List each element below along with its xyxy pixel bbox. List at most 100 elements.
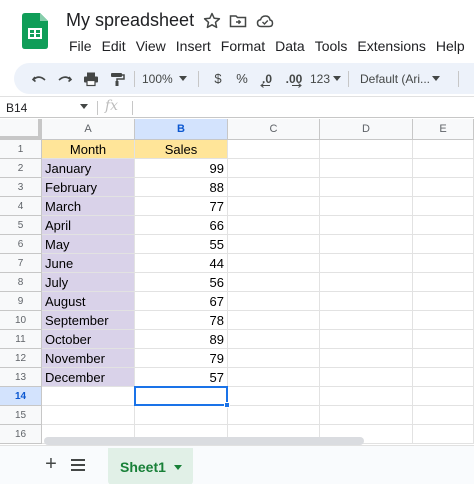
- font-select[interactable]: Default (Ari...: [360, 63, 446, 94]
- cell-e5[interactable]: [413, 216, 474, 235]
- cell-d1[interactable]: [320, 140, 413, 159]
- cell-c7[interactable]: [228, 254, 320, 273]
- cell-d14[interactable]: [320, 387, 413, 406]
- row-header[interactable]: 1: [0, 140, 42, 159]
- cell-e3[interactable]: [413, 178, 474, 197]
- row-header[interactable]: 5: [0, 216, 42, 235]
- menu-format[interactable]: Format: [216, 37, 270, 57]
- column-header-d[interactable]: D: [320, 119, 413, 140]
- cell-d6[interactable]: [320, 235, 413, 254]
- cell-b3[interactable]: 88: [135, 178, 228, 197]
- cell-d13[interactable]: [320, 368, 413, 387]
- column-header-e[interactable]: E: [413, 119, 474, 140]
- move-folder-icon[interactable]: [228, 11, 248, 31]
- currency-format-button[interactable]: $: [210, 63, 226, 94]
- chevron-down-icon[interactable]: [174, 465, 182, 470]
- menu-data[interactable]: Data: [270, 37, 310, 57]
- cell-a6[interactable]: May: [42, 235, 135, 254]
- cell-c1[interactable]: [228, 140, 320, 159]
- row-header[interactable]: 11: [0, 330, 42, 349]
- menu-tools[interactable]: Tools: [310, 37, 353, 57]
- all-sheets-icon[interactable]: [70, 458, 86, 472]
- paint-format-button[interactable]: [106, 63, 128, 94]
- cell-b13[interactable]: 57: [135, 368, 228, 387]
- cell-c2[interactable]: [228, 159, 320, 178]
- cell-b11[interactable]: 89: [135, 330, 228, 349]
- cell-e15[interactable]: [413, 406, 474, 425]
- row-header[interactable]: 4: [0, 197, 42, 216]
- cell-b12[interactable]: 79: [135, 349, 228, 368]
- percent-format-button[interactable]: %: [234, 63, 250, 94]
- star-icon[interactable]: [202, 11, 222, 31]
- sheet-tab-sheet1[interactable]: Sheet1: [108, 448, 193, 484]
- cell-d15[interactable]: [320, 406, 413, 425]
- cell-a15[interactable]: [42, 406, 135, 425]
- cell-c6[interactable]: [228, 235, 320, 254]
- row-header[interactable]: 10: [0, 311, 42, 330]
- cell-a9[interactable]: August: [42, 292, 135, 311]
- cell-b9[interactable]: 67: [135, 292, 228, 311]
- cell-c15[interactable]: [228, 406, 320, 425]
- cell-e10[interactable]: [413, 311, 474, 330]
- menu-edit[interactable]: Edit: [97, 37, 131, 57]
- row-header[interactable]: 13: [0, 368, 42, 387]
- cell-e8[interactable]: [413, 273, 474, 292]
- cell-d11[interactable]: [320, 330, 413, 349]
- cell-a5[interactable]: April: [42, 216, 135, 235]
- row-header[interactable]: 14: [0, 387, 42, 406]
- spreadsheet-grid[interactable]: A B C D E 1 Month Sales 2 January 99 3 February 88 4 Ma…: [0, 119, 474, 445]
- cell-a10[interactable]: September: [42, 311, 135, 330]
- cell-e16[interactable]: [413, 425, 474, 444]
- cell-d4[interactable]: [320, 197, 413, 216]
- row-header[interactable]: 2: [0, 159, 42, 178]
- cell-c13[interactable]: [228, 368, 320, 387]
- cell-c14[interactable]: [228, 387, 320, 406]
- cell-e7[interactable]: [413, 254, 474, 273]
- cell-a12[interactable]: November: [42, 349, 135, 368]
- fill-handle[interactable]: [224, 402, 230, 408]
- row-header[interactable]: 3: [0, 178, 42, 197]
- row-header[interactable]: 15: [0, 406, 42, 425]
- column-header-a[interactable]: A: [42, 119, 135, 140]
- column-header-b[interactable]: B: [135, 119, 228, 140]
- cell-e14[interactable]: [413, 387, 474, 406]
- chevron-down-icon[interactable]: [80, 104, 88, 109]
- cell-d10[interactable]: [320, 311, 413, 330]
- menu-view[interactable]: View: [131, 37, 171, 57]
- select-all-corner[interactable]: [0, 119, 42, 140]
- cell-d7[interactable]: [320, 254, 413, 273]
- cell-e12[interactable]: [413, 349, 474, 368]
- cell-b10[interactable]: 78: [135, 311, 228, 330]
- increase-decimals-button[interactable]: .00: [280, 63, 308, 94]
- cell-b6[interactable]: 55: [135, 235, 228, 254]
- cell-e2[interactable]: [413, 159, 474, 178]
- cell-d2[interactable]: [320, 159, 413, 178]
- cell-c12[interactable]: [228, 349, 320, 368]
- menu-insert[interactable]: Insert: [171, 37, 216, 57]
- cell-e1[interactable]: [413, 140, 474, 159]
- menu-file[interactable]: File: [64, 37, 97, 57]
- cell-a4[interactable]: March: [42, 197, 135, 216]
- document-title[interactable]: My spreadsheet: [66, 10, 194, 31]
- cell-a2[interactable]: January: [42, 159, 135, 178]
- cell-e9[interactable]: [413, 292, 474, 311]
- cell-a8[interactable]: July: [42, 273, 135, 292]
- cell-d9[interactable]: [320, 292, 413, 311]
- cell-c10[interactable]: [228, 311, 320, 330]
- row-header[interactable]: 9: [0, 292, 42, 311]
- row-header[interactable]: 6: [0, 235, 42, 254]
- cell-b5[interactable]: 66: [135, 216, 228, 235]
- cell-e11[interactable]: [413, 330, 474, 349]
- cell-c3[interactable]: [228, 178, 320, 197]
- cell-a7[interactable]: June: [42, 254, 135, 273]
- cell-c4[interactable]: [228, 197, 320, 216]
- horizontal-scrollbar[interactable]: [44, 437, 364, 445]
- column-header-c[interactable]: C: [228, 119, 320, 140]
- cell-c9[interactable]: [228, 292, 320, 311]
- menu-extensions[interactable]: Extensions: [352, 37, 430, 57]
- zoom-select[interactable]: 100%: [142, 63, 194, 94]
- row-header[interactable]: 16: [0, 425, 42, 444]
- cell-d5[interactable]: [320, 216, 413, 235]
- cell-d3[interactable]: [320, 178, 413, 197]
- cell-e13[interactable]: [413, 368, 474, 387]
